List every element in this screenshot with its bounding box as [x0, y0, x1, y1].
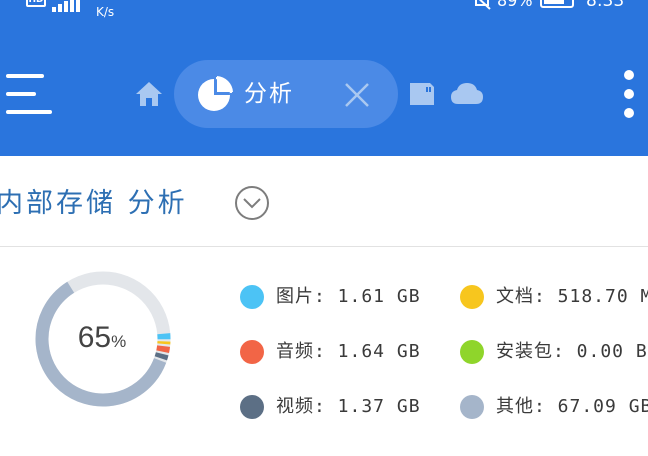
- divider: [0, 246, 648, 247]
- legend-text: 音频: 1.64 GB: [276, 341, 421, 362]
- section-title: 内部存储 分析: [0, 188, 188, 219]
- legend-dot: [240, 285, 264, 309]
- battery-icon: [540, 0, 574, 8]
- home-icon[interactable]: [134, 80, 164, 108]
- tab-label: 分析: [244, 81, 294, 107]
- signal-icon: [52, 0, 84, 12]
- legend-text: 图片: 1.61 GB: [276, 286, 421, 307]
- chevron-down-icon[interactable]: [234, 185, 270, 221]
- legend-text: 安装包: 0.00 B: [496, 341, 648, 362]
- more-vertical-icon[interactable]: [620, 70, 640, 118]
- legend-text: 视频: 1.37 GB: [276, 396, 421, 417]
- tab-analysis[interactable]: 分析: [174, 60, 398, 128]
- close-icon[interactable]: [342, 80, 372, 110]
- legend-dot: [460, 340, 484, 364]
- legend-text: 其他: 67.09 GB: [496, 396, 648, 417]
- cloud-icon[interactable]: [450, 82, 484, 106]
- clock: 8:33: [586, 0, 625, 11]
- menu-icon[interactable]: [6, 74, 52, 116]
- status-bar: HD K/s 89% 8:33: [0, 0, 648, 22]
- legend-dot: [460, 285, 484, 309]
- legend-dot: [460, 395, 484, 419]
- network-speed-unit: K/s: [96, 5, 115, 19]
- hd-badge: HD: [26, 0, 46, 7]
- bell-off-icon: [475, 0, 491, 10]
- pie-chart-icon: [198, 76, 233, 111]
- legend-dot: [240, 340, 264, 364]
- battery-percent: 89%: [497, 0, 533, 10]
- sd-card-icon[interactable]: [408, 81, 436, 107]
- used-percent-unit: %: [111, 332, 127, 351]
- app-bar: HD K/s 89% 8:33 分析: [0, 0, 648, 156]
- legend-dot: [240, 395, 264, 419]
- donut-center-label: 65%: [62, 318, 142, 358]
- used-percent-value: 65: [77, 321, 112, 354]
- legend-text: 文档: 518.70 MB: [496, 286, 648, 307]
